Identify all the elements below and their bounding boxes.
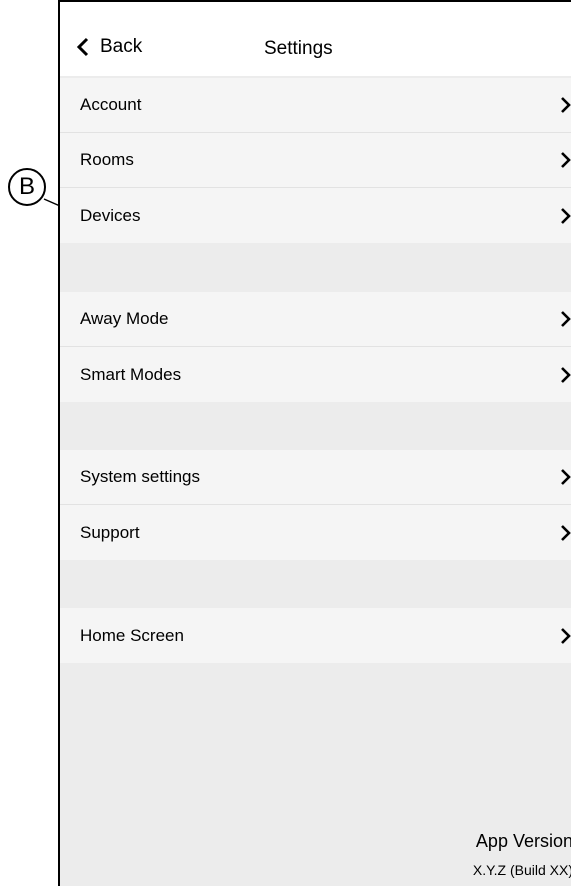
chevron-right-icon xyxy=(561,311,571,327)
settings-item-label: System settings xyxy=(80,467,200,486)
settings-item-label: Away Mode xyxy=(80,309,169,328)
settings-item-label: Rooms xyxy=(80,150,134,169)
settings-item-label: Home Screen xyxy=(80,625,184,645)
settings-item-label: Smart Modes xyxy=(80,364,182,384)
chevron-right-icon xyxy=(561,524,571,541)
settings-group-2: Away Mode Smart Modes xyxy=(60,292,571,402)
chevron-right-icon xyxy=(561,469,571,485)
callout-label: B xyxy=(18,173,35,200)
settings-item-label: Devices xyxy=(80,205,141,225)
app-version-value: X.Y.Z (Build XX) xyxy=(472,862,571,878)
settings-group-3: System settings Support xyxy=(60,450,571,560)
app-version-footer: App Version X.Y.Z (Build XX) xyxy=(473,831,571,886)
callout-marker: B xyxy=(8,168,46,206)
settings-item-away-mode[interactable]: Away Mode xyxy=(60,292,571,347)
chevron-right-icon xyxy=(561,152,571,168)
back-label: Back xyxy=(100,36,143,57)
settings-item-label: Account xyxy=(80,95,142,114)
chevron-left-icon xyxy=(76,37,89,57)
settings-group-4: Home Screen xyxy=(60,608,571,663)
settings-item-account[interactable]: Account xyxy=(60,78,571,133)
chevron-right-icon xyxy=(561,97,571,113)
back-button[interactable]: Back xyxy=(76,36,142,58)
chevron-right-icon xyxy=(561,366,571,383)
chevron-right-icon xyxy=(561,627,571,644)
settings-item-support[interactable]: Support xyxy=(60,505,571,560)
settings-item-label: Support xyxy=(80,522,140,542)
settings-item-smart-modes[interactable]: Smart Modes xyxy=(60,347,571,402)
chevron-right-icon xyxy=(561,207,571,224)
header-bar: Back Settings xyxy=(60,2,571,76)
app-version-label: App Version xyxy=(475,831,571,851)
settings-item-system-settings[interactable]: System settings xyxy=(60,450,571,505)
settings-screen: Back Settings Account Rooms Devices Away… xyxy=(58,0,571,886)
settings-item-devices[interactable]: Devices xyxy=(60,188,571,243)
settings-item-home-screen[interactable]: Home Screen xyxy=(60,608,571,663)
settings-item-rooms[interactable]: Rooms xyxy=(60,133,571,188)
settings-group-1: Account Rooms Devices xyxy=(60,78,571,243)
page-title: Settings xyxy=(264,38,333,59)
